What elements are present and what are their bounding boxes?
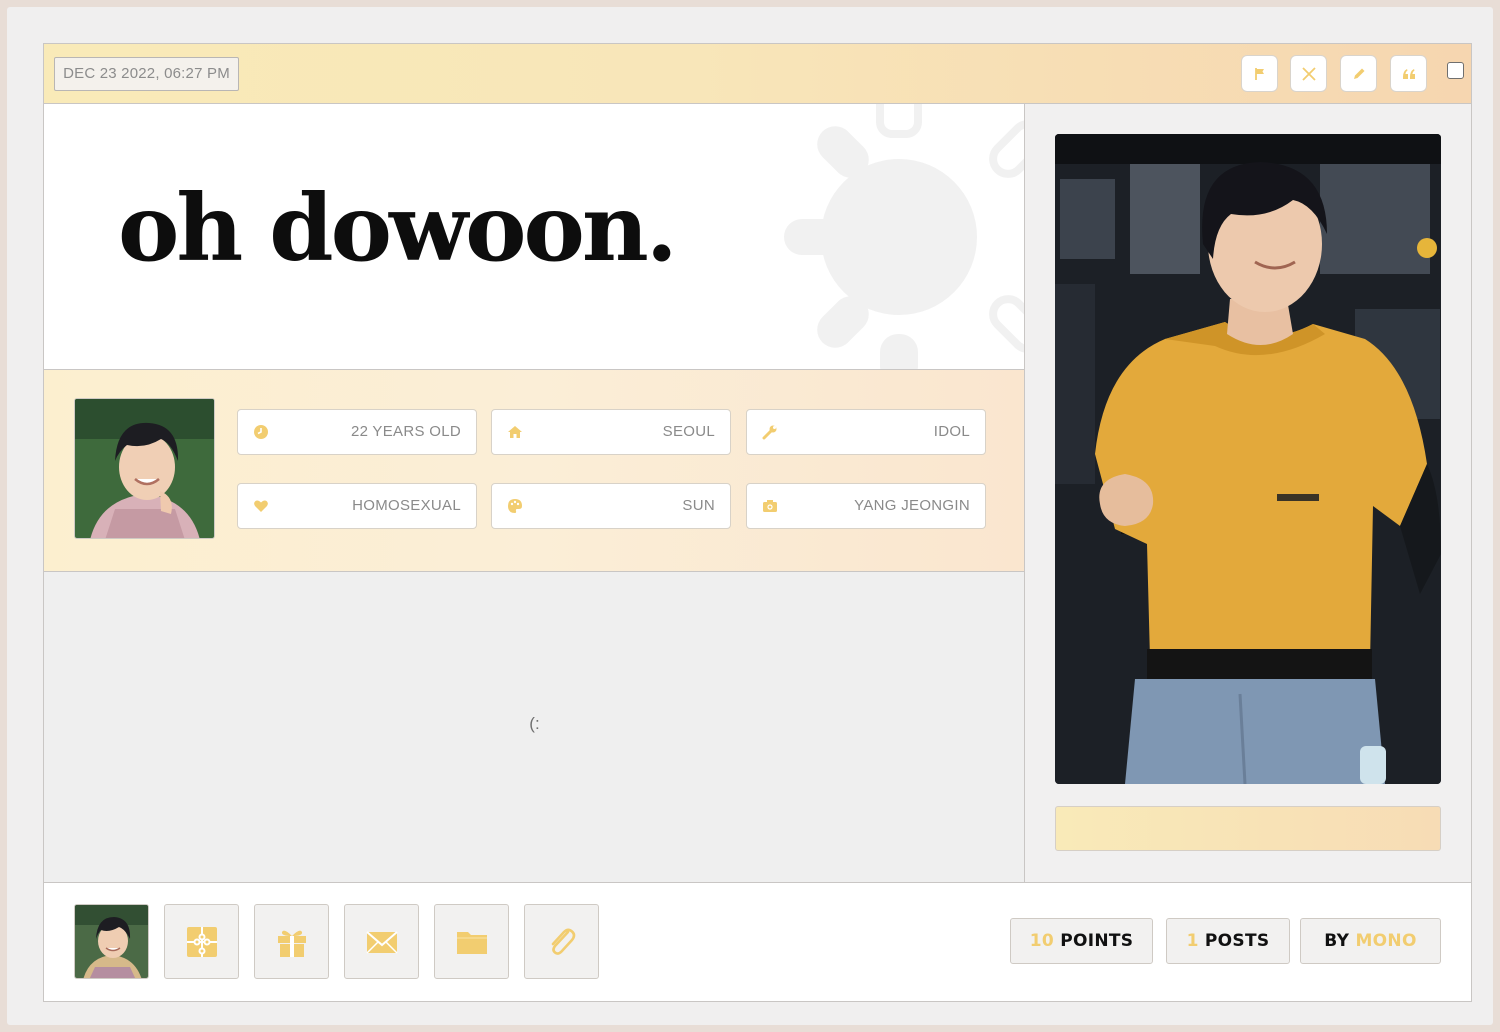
heart-icon xyxy=(254,500,268,512)
edit-button[interactable] xyxy=(1340,55,1377,92)
info-aesthetic-label: SUN xyxy=(682,497,715,514)
quote-button[interactable] xyxy=(1390,55,1427,92)
quote-icon xyxy=(1402,68,1415,79)
folder-icon xyxy=(456,931,487,954)
close-icon xyxy=(1301,66,1316,81)
post-date: DEC 23 2022, 06:27 PM xyxy=(54,57,239,91)
info-occupation: IDOL xyxy=(746,409,986,455)
post-header: DEC 23 2022, 06:27 PM xyxy=(44,44,1471,104)
post-body-text: (: xyxy=(529,714,540,733)
page-title: oh dowoon. xyxy=(118,174,678,282)
info-orientation-label: HOMOSEXUAL xyxy=(352,497,461,514)
gift-icon xyxy=(277,930,306,957)
info-faceclaim: YANG JEONGIN xyxy=(746,483,986,529)
report-button[interactable] xyxy=(1241,55,1278,92)
avatar xyxy=(74,398,215,539)
by-label: BY xyxy=(1324,931,1350,951)
info-faceclaim-label: YANG JEONGIN xyxy=(854,497,970,514)
posts-label: POSTS xyxy=(1204,931,1270,951)
info-aesthetic: SUN xyxy=(491,483,731,529)
select-checkbox[interactable] xyxy=(1447,62,1464,79)
posts-badge: 1 POSTS xyxy=(1166,918,1290,964)
info-age-label: 22 YEARS OLD xyxy=(350,423,461,440)
info-age: 22 YEARS OLD xyxy=(237,409,477,455)
page-frame: DEC 23 2022, 06:27 PM oh dowoon. 22 YEAR… xyxy=(7,7,1493,1025)
info-occupation-label: IDOL xyxy=(933,423,970,440)
clock-icon xyxy=(254,425,268,439)
gift-button[interactable] xyxy=(254,904,329,979)
info-location: SEOUL xyxy=(491,409,731,455)
paperclip-icon xyxy=(551,928,575,955)
author-name: MONO xyxy=(1355,931,1417,951)
author-badge[interactable]: BY MONO xyxy=(1300,918,1441,964)
author-avatar[interactable] xyxy=(74,904,149,979)
title-panel: oh dowoon. xyxy=(44,104,1025,370)
profile-sidebar xyxy=(1025,104,1471,883)
home-icon xyxy=(508,426,522,438)
points-value: 10 xyxy=(1029,931,1054,951)
pencil-icon xyxy=(1353,68,1364,79)
delete-button[interactable] xyxy=(1290,55,1327,92)
palette-icon xyxy=(508,499,522,513)
profile-progress-bar xyxy=(1055,806,1441,851)
posts-value: 1 xyxy=(1186,931,1199,951)
post-content: (: xyxy=(44,572,1025,883)
sun-decoration xyxy=(784,104,1024,369)
points-label: POINTS xyxy=(1060,931,1134,951)
puzzle-button[interactable] xyxy=(164,904,239,979)
message-button[interactable] xyxy=(344,904,419,979)
attachment-button[interactable] xyxy=(524,904,599,979)
wrench-icon xyxy=(762,425,777,440)
info-orientation: HOMOSEXUAL xyxy=(237,483,477,529)
post-card: DEC 23 2022, 06:27 PM oh dowoon. 22 YEAR… xyxy=(43,43,1472,1002)
info-panel: 22 YEARS OLD SEOUL IDOL HOMOSEXUAL SUN Y… xyxy=(44,370,1025,572)
info-location-label: SEOUL xyxy=(662,423,715,440)
envelope-icon xyxy=(365,930,398,954)
folder-button[interactable] xyxy=(434,904,509,979)
flag-icon xyxy=(1254,67,1264,80)
camera-icon xyxy=(763,500,777,512)
puzzle-icon xyxy=(186,926,217,957)
points-badge: 10 POINTS xyxy=(1010,918,1153,964)
profile-photo xyxy=(1055,134,1441,784)
post-footer: 10 POINTS 1 POSTS BY MONO xyxy=(44,883,1471,1001)
